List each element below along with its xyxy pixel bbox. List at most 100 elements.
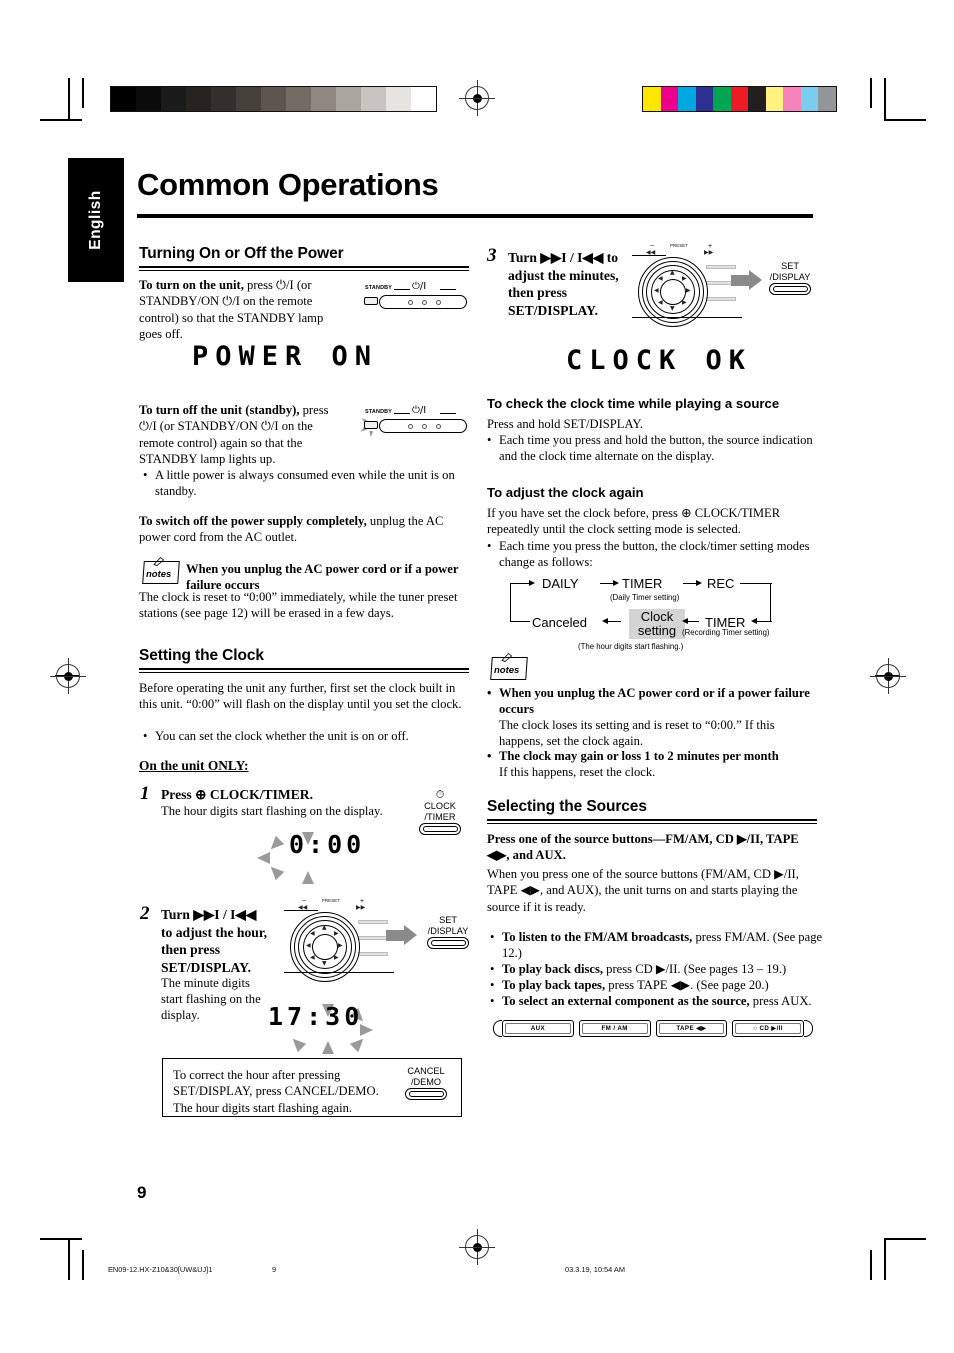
jog-arrow-w: ◀ <box>654 287 659 294</box>
check-clock-bullet: Each time you press and hold the button,… <box>487 432 829 465</box>
sources-bullet-2-bold: To play back discs, <box>502 962 604 976</box>
flow-arrowhead <box>751 618 757 625</box>
jog-rewind-icon: ◀◀ <box>646 249 656 256</box>
jog-side-strip <box>706 297 736 301</box>
step-3-number: 3 <box>487 245 497 266</box>
jog-preset-label: PRESET <box>670 243 688 248</box>
set-display-key[interactable] <box>427 937 469 950</box>
source-button-tape[interactable]: TAPE ◀▶ <box>655 1020 728 1037</box>
sources-bullet-4-bold: To select an external component as the s… <box>502 994 750 1008</box>
jog-side-strip <box>358 952 388 956</box>
source-button-fmam[interactable]: FM / AM <box>578 1020 651 1037</box>
standby-lamp-label: STANDBY <box>365 285 393 291</box>
source-button-label: FM / AM <box>601 1025 628 1032</box>
source-button-label: AUX <box>530 1025 545 1032</box>
standby-lamp-indicator-lit <box>364 421 378 429</box>
source-button-bar[interactable]: AUX FM / AM TAPE ◀▶ ○ CD ▶/II <box>493 1020 813 1037</box>
grayscale-swatch-9 <box>336 87 361 111</box>
jog-arrow-se: ▶ <box>682 299 687 306</box>
color-swatch-10 <box>818 87 836 111</box>
unit-front-panel <box>379 295 467 309</box>
standby-illustration-on: STANDBY ⏻/I <box>362 281 470 311</box>
grayscale-swatch-4 <box>211 87 236 111</box>
correct-hour-tip-box: To correct the hour after pressing SET/D… <box>162 1058 462 1117</box>
manual-page: English Common Operations Turning On or … <box>0 0 954 1353</box>
crop-mark-br-v2 <box>870 1250 872 1280</box>
jog-arrow-nw: ◀ <box>658 275 663 282</box>
crop-mark-tr-h <box>884 119 926 121</box>
power-on-lead: To turn on the unit, <box>139 278 244 292</box>
source-button-cdii[interactable]: ○ CD ▶/II <box>732 1020 804 1037</box>
jog-dial-illustration-step3[interactable]: PRESET − + ◀◀ ▶▶ ▲ ▼ ◀ ▶ ◀ ▶ ◀ ▶ <box>632 243 742 335</box>
set-display-button-illustration-step2[interactable]: SET /DISPLAY <box>420 915 476 950</box>
crop-mark-bl-h <box>40 1238 82 1240</box>
section-heading-clock: Setting the Clock <box>139 647 264 664</box>
color-swatch-6 <box>748 87 766 111</box>
flow-note-hour-digits: (The hour digits start flashing.) <box>578 642 684 651</box>
jog-dial-illustration-step2[interactable]: PRESET − + ◀◀ ▶▶ ▲ ▼ ◀ ▶ ◀ ▶ ◀ ▶ <box>284 898 394 990</box>
set-display-button-label: SET /DISPLAY <box>427 915 469 936</box>
language-tab-label: English <box>87 190 104 250</box>
grayscale-swatch-5 <box>236 87 261 111</box>
set-display-button-illustration-step3[interactable]: SET /DISPLAY <box>762 261 818 296</box>
unit-front-panel-2 <box>379 419 467 433</box>
subheading-adjust-clock: To adjust the clock again <box>487 485 644 500</box>
cancel-demo-key[interactable] <box>405 1088 447 1101</box>
page-title: Common Operations <box>137 167 439 202</box>
crop-mark-tl-v2 <box>82 78 84 108</box>
flow-arrowhead <box>613 579 619 586</box>
section-divider-sources <box>487 819 817 824</box>
source-button-aux[interactable]: AUX <box>502 1020 574 1037</box>
flow-line-left-top <box>510 583 530 585</box>
grayscale-swatch-2 <box>161 87 186 111</box>
section-heading-power: Turning On or Off the Power <box>139 245 344 262</box>
set-display-button-label-3: SET /DISPLAY <box>769 261 811 282</box>
clock-timer-button-label: CLOCK /TIMER <box>424 801 456 822</box>
jog-side-strip <box>358 936 388 940</box>
grayscale-swatch-7 <box>286 87 311 111</box>
jog-side-strip <box>706 265 736 269</box>
clock-timer-key[interactable] <box>419 823 461 836</box>
sources-bullet-1: To listen to the FM/AM broadcasts, press… <box>490 929 827 961</box>
jog-arrow-e: ▶ <box>338 942 343 949</box>
crop-mark-bl-v <box>68 1238 70 1280</box>
sources-lead-paragraph: Press one of the source buttons—FM/AM, C… <box>487 832 799 863</box>
flow-line-timer-rec <box>683 583 697 585</box>
footer-file-id: EN09-12.HX-Z10&30[UW&UJ]1 <box>108 1265 213 1274</box>
registration-target-top <box>459 80 495 116</box>
jog-arrow-sw: ◀ <box>310 954 315 961</box>
flow-line-daily-timer <box>600 583 614 585</box>
jog-arrow-s: ▼ <box>670 305 675 312</box>
power-on-paragraph: To turn on the unit, press ⏻/I (or STAND… <box>139 277 347 343</box>
standby-leader-left <box>394 288 410 290</box>
jog-arrow-n: ▲ <box>322 924 327 931</box>
sources-bullet-3-bold: To play back tapes, <box>502 978 606 992</box>
sources-bullet-2-rest: press CD ▶/II. (See pages 13 – 19.) <box>603 962 787 976</box>
crop-mark-br-h <box>884 1238 926 1240</box>
source-button-label: ○ CD ▶/II <box>753 1025 783 1032</box>
set-display-key-3[interactable] <box>769 283 811 296</box>
step-2-number: 2 <box>140 903 150 924</box>
title-divider <box>137 214 813 218</box>
notes-icon-right: notes <box>489 652 529 681</box>
jog-arrow-e: ▶ <box>686 287 691 294</box>
correct-hour-tip-text: To correct the hour after pressing SET/D… <box>173 1068 379 1115</box>
on-the-unit-only-heading: On the unit ONLY: <box>139 758 249 773</box>
flow-note-rec: (Recording Timer setting) <box>682 628 770 637</box>
flow-node-timer-top: TIMER <box>622 576 663 591</box>
color-swatch-1 <box>660 87 678 111</box>
step-3-title: Turn ▶▶I / I◀◀ to adjust the minutes, th… <box>508 250 619 318</box>
step-2-title: Turn ▶▶I / I◀◀ to adjust the hour, then … <box>161 907 268 975</box>
step-1-title: Press ⊕ CLOCK/TIMER. <box>161 787 313 802</box>
clock-intro-bullet: You can set the clock whether the unit i… <box>143 728 475 745</box>
step-1-number: 1 <box>140 783 150 804</box>
crop-mark-tr-v <box>884 78 886 120</box>
pencil-icon <box>153 556 165 566</box>
crop-mark-bl-v2 <box>82 1250 84 1280</box>
grayscale-swatch-8 <box>311 87 336 111</box>
clock-timer-mode-flow-diagram: DAILY TIMER REC (Daily Timer setting) Ca… <box>500 572 790 651</box>
step-1-description: The hour digits start flashing on the di… <box>161 804 383 818</box>
cancel-demo-button-illustration[interactable]: CANCEL /DEMO <box>398 1066 454 1101</box>
clock-timer-button-illustration[interactable]: ⏱ CLOCK /TIMER <box>412 789 468 836</box>
check-clock-line: Press and hold SET/DISPLAY. <box>487 417 644 431</box>
